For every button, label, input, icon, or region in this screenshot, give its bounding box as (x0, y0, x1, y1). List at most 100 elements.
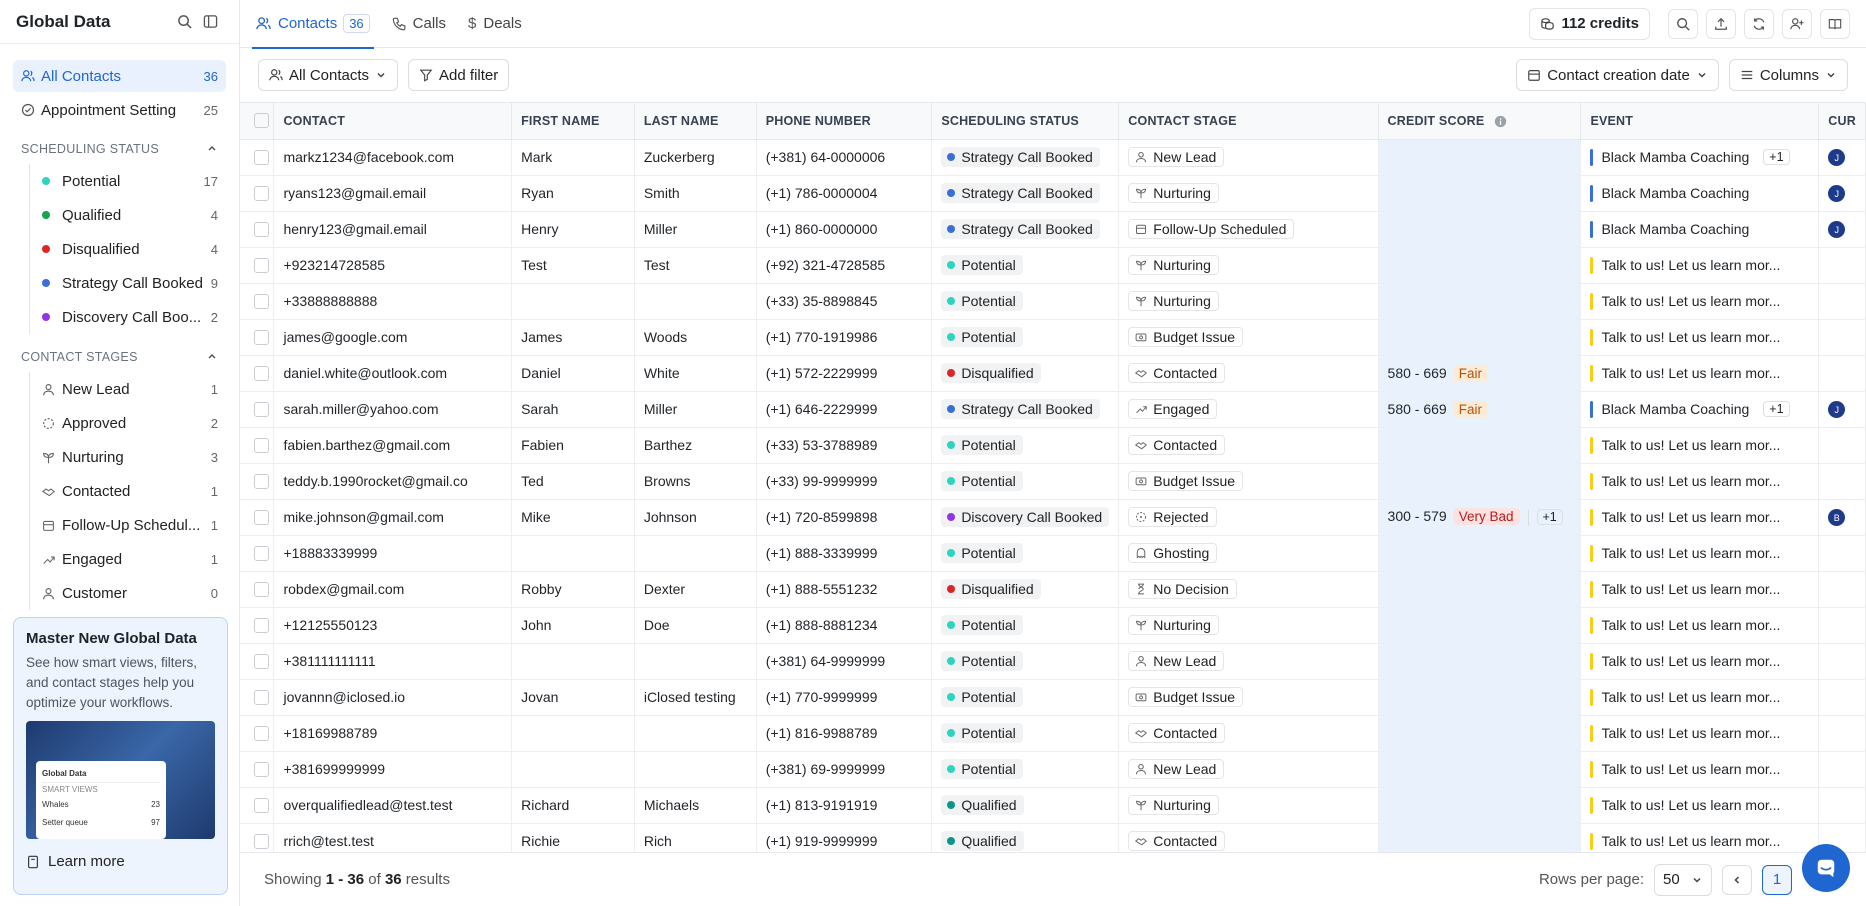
event-cell[interactable]: Black Mamba Coaching (1580, 175, 1820, 212)
scheduling-status-cell[interactable]: Strategy Call Booked (931, 175, 1120, 212)
event-cell[interactable]: Talk to us! Let us learn mor... (1580, 247, 1820, 284)
scheduling-status-cell[interactable]: Potential (931, 463, 1120, 500)
row-checkbox[interactable] (254, 366, 269, 382)
contact-cell[interactable]: +18883339999 (273, 535, 513, 572)
contact-stage-cell[interactable]: New Lead (1118, 751, 1379, 788)
contact-cell[interactable]: daniel.white@outlook.com (273, 355, 513, 392)
sidebar-item-qualified[interactable]: Qualified 4 (34, 198, 226, 232)
table-row[interactable]: overqualifiedlead@test.test Richard Michae… (240, 787, 1866, 824)
table-row[interactable]: jovannn@iclosed.io Jovan iClosed testing (+… (240, 679, 1866, 716)
column-header[interactable]: LAST NAME (634, 103, 757, 140)
scheduling-status-cell[interactable]: Potential (931, 643, 1120, 680)
event-cell[interactable]: Talk to us! Let us learn mor... (1580, 643, 1820, 680)
event-cell[interactable]: Talk to us! Let us learn mor... (1580, 535, 1820, 572)
avatar[interactable]: B (1828, 509, 1846, 527)
column-header[interactable]: PHONE NUMBER (756, 103, 933, 140)
column-header[interactable]: CONTACT STAGE (1118, 103, 1379, 140)
contact-cell[interactable]: +12125550123 (273, 607, 513, 644)
table-row[interactable]: ryans123@gmail.email Ryan Smith (+1) 786-00… (240, 175, 1866, 212)
scheduling-status-cell[interactable]: Discovery Call Booked (931, 499, 1120, 536)
event-more[interactable]: +1 (1763, 149, 1790, 165)
contact-stage-cell[interactable]: Budget Issue (1118, 319, 1379, 356)
row-checkbox[interactable] (254, 654, 269, 670)
event-cell[interactable]: Talk to us! Let us learn mor... (1580, 499, 1820, 536)
contact-stage-cell[interactable]: Nurturing (1118, 247, 1379, 284)
contact-stage-cell[interactable]: Nurturing (1118, 607, 1379, 644)
table-row[interactable]: henry123@gmail.email Henry Miller (+1) 860-… (240, 211, 1866, 248)
contact-cell[interactable]: +33888888888 (273, 283, 513, 320)
table-row[interactable]: +18883339999 (+1) 888-3339999 Potential Gho… (240, 535, 1866, 572)
row-checkbox[interactable] (254, 402, 269, 418)
event-cell[interactable]: Talk to us! Let us learn mor... (1580, 571, 1820, 608)
search-button[interactable] (1668, 8, 1698, 39)
sidebar-item-engaged[interactable]: Engaged 1 (34, 542, 226, 576)
scheduling-status-cell[interactable]: Potential (931, 679, 1120, 716)
event-cell[interactable]: Talk to us! Let us learn mor... (1580, 823, 1820, 852)
export-button[interactable] (1706, 8, 1736, 39)
table-row[interactable]: markz1234@facebook.com Mark Zuckerberg (+38… (240, 139, 1866, 176)
row-checkbox[interactable] (254, 474, 269, 490)
scheduling-status-cell[interactable]: Potential (931, 715, 1120, 752)
event-cell[interactable]: Talk to us! Let us learn mor... (1580, 283, 1820, 320)
event-cell[interactable]: Black Mamba Coaching +1 (1580, 139, 1820, 176)
contact-stage-cell[interactable]: Budget Issue (1118, 679, 1379, 716)
scheduling-status-cell[interactable]: Potential (931, 607, 1120, 644)
contact-stage-cell[interactable]: Follow-Up Scheduled (1118, 211, 1379, 248)
contact-stage-cell[interactable]: Budget Issue (1118, 463, 1379, 500)
row-checkbox[interactable] (254, 510, 269, 526)
tab-contacts[interactable]: Contacts 36 (252, 0, 374, 49)
table-row[interactable]: +12125550123 John Doe (+1) 888-8881234 Poten… (240, 607, 1866, 644)
row-checkbox[interactable] (254, 546, 269, 562)
scheduling-status-cell[interactable]: Potential (931, 319, 1120, 356)
row-checkbox[interactable] (254, 582, 269, 598)
contact-cell[interactable]: fabien.barthez@gmail.com (273, 427, 513, 464)
contact-stage-cell[interactable]: New Lead (1118, 139, 1379, 176)
scheduling-status-cell[interactable]: Strategy Call Booked (931, 139, 1120, 176)
tab-deals[interactable]: $ Deals (468, 0, 522, 48)
table-row[interactable]: robdex@gmail.com Robby Dexter (+1) 888-5551… (240, 571, 1866, 608)
credits-button[interactable]: 112 credits (1529, 7, 1650, 40)
row-checkbox[interactable] (254, 150, 269, 166)
scheduling-status-cell[interactable]: Strategy Call Booked (931, 211, 1120, 248)
row-checkbox[interactable] (254, 186, 269, 202)
contact-stage-cell[interactable]: Nurturing (1118, 175, 1379, 212)
sidebar-item-disqualified[interactable]: Disqualified 4 (34, 232, 226, 266)
contact-stage-cell[interactable]: Contacted (1118, 355, 1379, 392)
scheduling-status-section[interactable]: SCHEDULING STATUS (13, 134, 226, 164)
column-header-credit-score[interactable]: CREDIT SCORE (1378, 103, 1582, 140)
scheduling-status-cell[interactable]: Disqualified (931, 571, 1120, 608)
sidebar-item-strategy-call-booked[interactable]: Strategy Call Booked 9 (34, 266, 226, 300)
column-header[interactable]: FIRST NAME (511, 103, 635, 140)
refresh-button[interactable] (1744, 8, 1774, 39)
avatar[interactable]: J (1828, 185, 1846, 203)
event-cell[interactable]: Talk to us! Let us learn mor... (1580, 679, 1820, 716)
contact-stage-cell[interactable]: New Lead (1118, 643, 1379, 680)
row-checkbox[interactable] (254, 798, 269, 814)
event-cell[interactable]: Black Mamba Coaching (1580, 211, 1820, 248)
sidebar-item-nurturing[interactable]: Nurturing 3 (34, 440, 226, 474)
scheduling-status-cell[interactable]: Disqualified (931, 355, 1120, 392)
event-cell[interactable]: Talk to us! Let us learn mor... (1580, 751, 1820, 788)
previous-page-button[interactable] (1722, 864, 1752, 895)
event-more[interactable]: +1 (1763, 401, 1790, 417)
table-row[interactable]: +381111111111 (+381) 64-9999999 Potential N… (240, 643, 1866, 680)
column-header[interactable]: CONTACT (273, 103, 513, 140)
contact-stage-cell[interactable]: Nurturing (1118, 787, 1379, 824)
contact-stages-section[interactable]: CONTACT STAGES (13, 342, 226, 372)
contact-cell[interactable]: robdex@gmail.com (273, 571, 513, 608)
contact-cell[interactable]: rrich@test.test (273, 823, 513, 852)
sidebar-item-customer[interactable]: Customer 0 (34, 576, 226, 610)
event-cell[interactable]: Talk to us! Let us learn mor... (1580, 787, 1820, 824)
select-all-checkbox[interactable] (254, 113, 269, 129)
search-icon[interactable] (171, 9, 197, 35)
chat-launcher-button[interactable] (1802, 844, 1850, 892)
avatar[interactable]: J (1828, 401, 1846, 419)
column-header[interactable]: EVENT (1580, 103, 1820, 140)
sidebar-item-follow-up-scheduled[interactable]: Follow-Up Schedul... 1 (34, 508, 226, 542)
sidebar-item-discovery-call-booked[interactable]: Discovery Call Boo... 2 (34, 300, 226, 334)
rows-per-page-select[interactable]: 50 (1654, 863, 1712, 896)
event-cell[interactable]: Talk to us! Let us learn mor... (1580, 463, 1820, 500)
page-button-current[interactable]: 1 (1762, 864, 1792, 895)
contact-cell[interactable]: sarah.miller@yahoo.com (273, 391, 513, 428)
contacts-table-wrap[interactable]: CONTACT FIRST NAME LAST NAME PHONE NUMBE… (240, 102, 1866, 852)
